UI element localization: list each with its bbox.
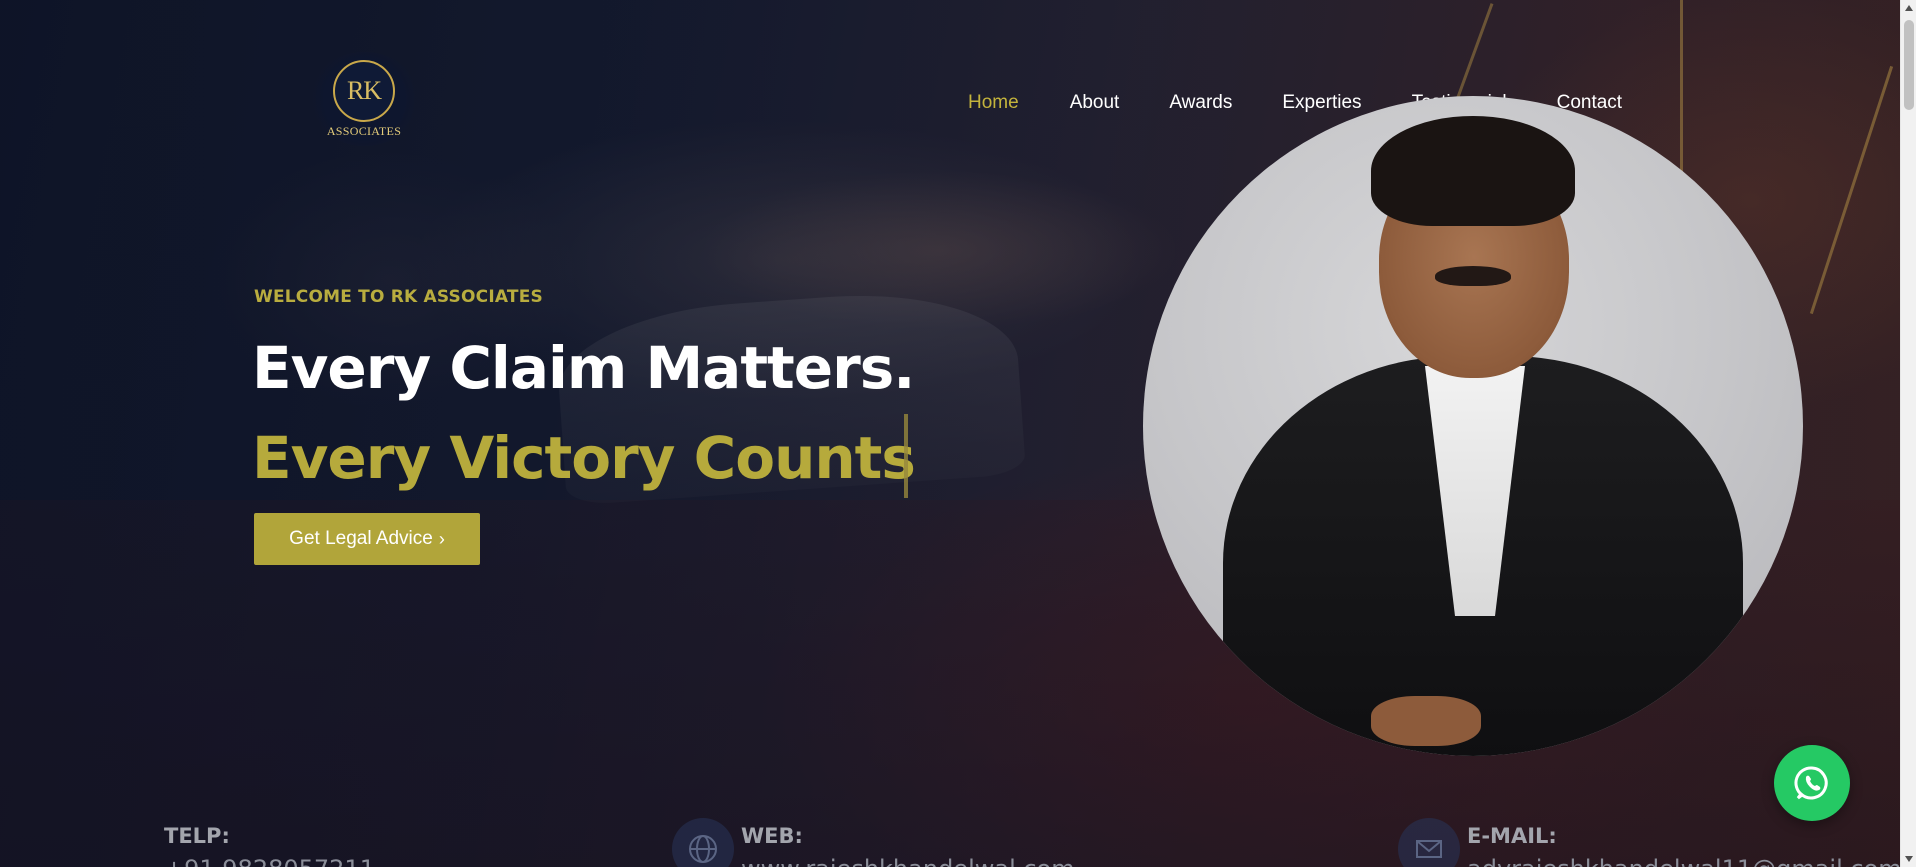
contact-email-label: E-MAIL: (1467, 824, 1557, 848)
scroll-up-icon[interactable] (1901, 0, 1916, 16)
logo-monogram: RK (346, 75, 382, 105)
contact-web-value[interactable]: www.rajeshkhandelwal.com (741, 855, 1075, 867)
contact-email-value[interactable]: advrajeshkhandelwal11@gmail.com (1467, 855, 1902, 867)
nav-experties[interactable]: Experties (1282, 92, 1361, 114)
cta-label: Get Legal Advice (289, 528, 433, 549)
whatsapp-icon (1794, 766, 1828, 800)
portrait-hair (1371, 116, 1575, 226)
hero-eyebrow: WELCOME TO RK ASSOCIATES (254, 287, 543, 307)
nav-awards[interactable]: Awards (1169, 92, 1232, 114)
page-scrollbar[interactable] (1900, 0, 1916, 867)
logo-name: ASSOCIATES (326, 123, 402, 138)
scroll-down-icon[interactable] (1901, 851, 1916, 867)
hero-headline-accent: Every Victory Counts (252, 424, 916, 492)
portrait-mustache (1435, 266, 1511, 286)
contact-phone-label: TELP: (164, 824, 230, 848)
chevron-right-icon: › (438, 528, 445, 549)
hero-headline-primary: Every Claim Matters. (252, 334, 915, 402)
nav-home[interactable]: Home (968, 92, 1019, 114)
lawyer-portrait (1143, 96, 1803, 756)
contact-web-label: WEB: (741, 824, 803, 848)
typing-cursor (904, 414, 908, 498)
scrollbar-thumb[interactable] (1904, 20, 1914, 110)
get-legal-advice-button[interactable]: Get Legal Advice › (254, 513, 480, 565)
site-logo[interactable]: RK ASSOCIATES (308, 52, 420, 146)
nav-about[interactable]: About (1070, 92, 1120, 114)
logo-badge: RK (333, 59, 395, 122)
whatsapp-button[interactable] (1774, 745, 1850, 821)
portrait-hand (1371, 696, 1481, 746)
contact-phone-value[interactable]: +91 9828057211 (164, 855, 375, 867)
